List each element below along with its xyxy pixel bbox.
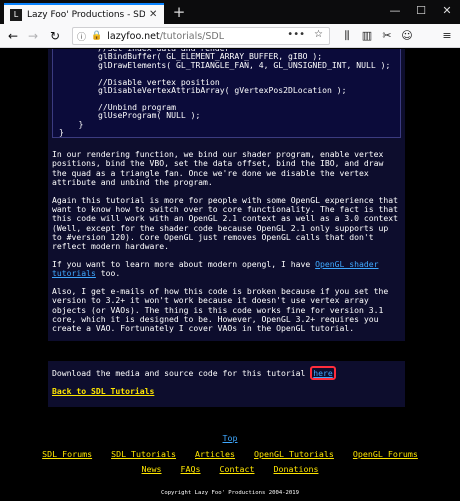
footer-link-sdl-tutorials[interactable]: SDL Tutorials: [111, 449, 176, 459]
bookmark-star-icon[interactable]: ☆: [314, 29, 323, 40]
extension-icon[interactable]: ☺: [398, 27, 416, 45]
download-section: Download the media and source code for t…: [52, 366, 401, 405]
footer-link-opengl-tutorials[interactable]: OpenGL Tutorials: [254, 449, 334, 459]
back-to-sdl-tutorials-link[interactable]: Back to SDL Tutorials: [52, 386, 154, 396]
page-content: //Set index data and render glBindBuffer…: [0, 49, 460, 501]
forward-arrow-icon[interactable]: →: [24, 27, 42, 45]
paragraph-modern-opengl: If you want to learn more about modern o…: [52, 259, 401, 279]
tab-title: Lazy Foo' Productions - SDL and M: [27, 9, 145, 20]
footer-link-news[interactable]: News: [142, 464, 162, 474]
url-host: lazyfoo.net: [107, 30, 160, 42]
sidebar-icon[interactable]: ▥: [358, 27, 376, 45]
p3-text-after: too.: [95, 268, 121, 279]
code-block: //Set index data and render glBindBuffer…: [52, 49, 401, 138]
paragraph-vao: Also, I get e-mails of how this code is …: [52, 286, 389, 334]
download-text: Download the media and source code for t…: [52, 368, 311, 378]
footer-link-contact[interactable]: Contact: [220, 464, 255, 474]
tab-strip: L Lazy Foo' Productions - SDL and M ✕ + …: [0, 0, 460, 24]
footer-link-opengl-forums[interactable]: OpenGL Forums: [353, 449, 418, 459]
back-line: Back to SDL Tutorials: [52, 387, 401, 396]
site-favicon-icon: L: [10, 8, 22, 21]
url-path: /tutorials/SDL: [159, 30, 224, 42]
footer-top: Top: [0, 433, 460, 443]
footer-link-sdl-forums[interactable]: SDL Forums: [42, 449, 92, 459]
copyright-text: Copyright Lazy Foo' Productions 2004-201…: [160, 490, 300, 496]
top-link[interactable]: Top: [223, 433, 238, 443]
page-actions-icon[interactable]: •••: [287, 29, 305, 40]
library-icon[interactable]: ⫼: [338, 27, 356, 45]
menu-hamburger-icon[interactable]: ≡: [438, 27, 456, 45]
url-text: lazyfoo.net/tutorials/SDL: [107, 31, 224, 42]
maximize-window-button[interactable]: ☐: [408, 0, 434, 22]
navigation-toolbar: ← → ↻ ⓘ 🔒 lazyfoo.net/tutorials/SDL ••• …: [0, 24, 460, 48]
new-tab-button[interactable]: +: [170, 3, 188, 21]
screenshot-icon[interactable]: ✂: [378, 27, 396, 45]
paragraph-core-opengl: Again this tutorial is more for people w…: [52, 194, 398, 252]
address-bar[interactable]: ⓘ 🔒 lazyfoo.net/tutorials/SDL ••• ☆: [72, 27, 330, 45]
browser-tab[interactable]: L Lazy Foo' Productions - SDL and M ✕: [4, 3, 164, 24]
paragraph-rendering: In our rendering function, we bind our s…: [52, 149, 384, 187]
tab-close-icon[interactable]: ✕: [149, 9, 157, 20]
info-icon[interactable]: ⓘ: [77, 30, 86, 43]
download-line: Download the media and source code for t…: [52, 366, 401, 380]
article-text: In our rendering function, we bind our s…: [52, 149, 401, 342]
footer-link-donations[interactable]: Donations: [273, 464, 318, 474]
lock-icon[interactable]: 🔒: [91, 31, 102, 41]
close-window-button[interactable]: ✕: [434, 0, 460, 22]
footer-link-faqs[interactable]: FAQs: [181, 464, 201, 474]
reload-icon[interactable]: ↻: [46, 27, 64, 45]
minimize-window-button[interactable]: —: [382, 0, 408, 22]
download-here-link[interactable]: here: [310, 366, 336, 380]
code-text: //Set index data and render glBindBuffer…: [59, 49, 391, 138]
footer-link-articles[interactable]: Articles: [195, 449, 235, 459]
footer-links-row-2: News FAQs Contact Donations: [0, 464, 460, 474]
footer-links-row-1: SDL Forums SDL Tutorials Articles OpenGL…: [0, 449, 460, 459]
back-arrow-icon[interactable]: ←: [4, 27, 22, 45]
